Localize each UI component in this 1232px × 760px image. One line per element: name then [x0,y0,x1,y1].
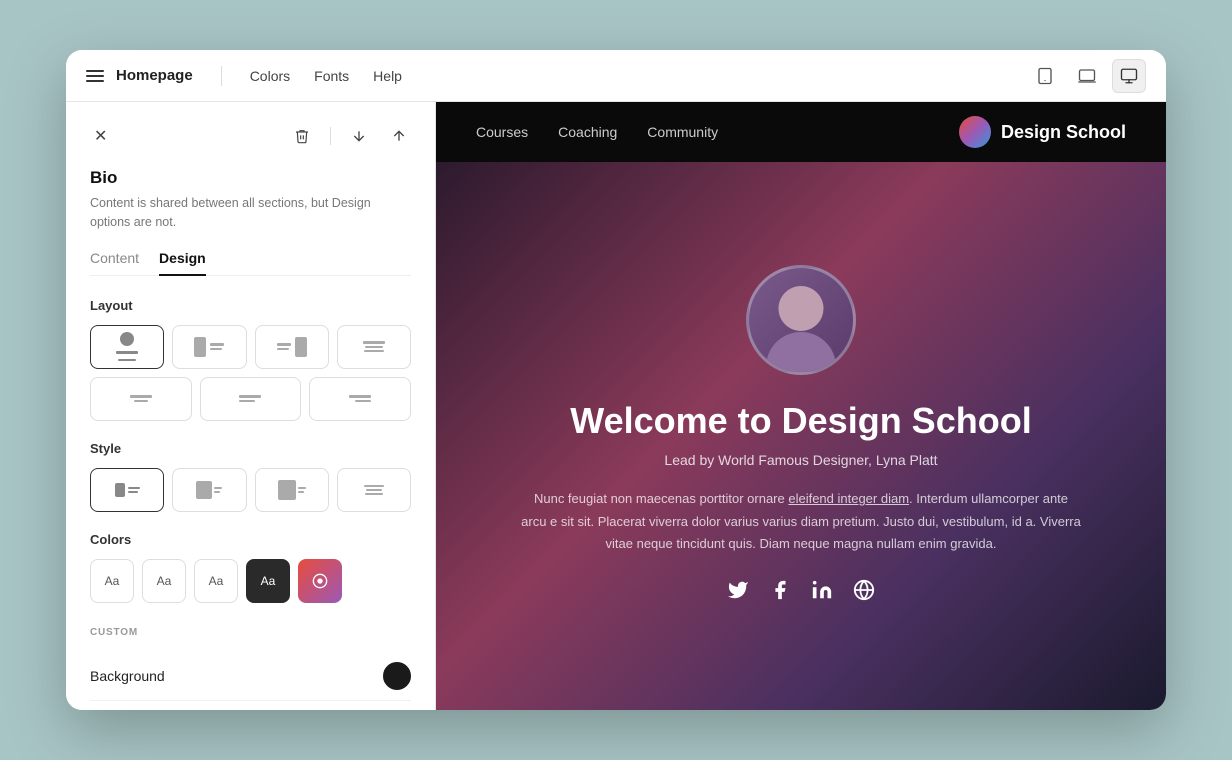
avatar-body [766,332,836,375]
color-swatch-picker[interactable] [298,559,342,603]
logo-circle [959,116,991,148]
nav-coaching[interactable]: Coaching [558,124,617,140]
color-swatch-1[interactable]: Aa [90,559,134,603]
hero-body: Nunc feugiat non maecenas porttitor orna… [521,488,1081,554]
nav-fonts[interactable]: Fonts [314,68,349,84]
nav-colors[interactable]: Colors [250,68,290,84]
layout-label: Layout [90,298,411,313]
top-bar-nav: Colors Fonts Help [250,68,402,84]
top-bar-left: Homepage Colors Fonts Help [86,66,402,86]
device-desktop-btn[interactable] [1112,59,1146,93]
sidebar-actions: ✕ [90,122,411,150]
color-swatch-3[interactable]: Aa [194,559,238,603]
linkedin-icon[interactable] [811,579,833,607]
custom-label: CUSTOM [90,627,411,638]
section-desc: Content is shared between all sections, … [90,194,411,232]
hero-title: Welcome to Design School [570,399,1031,442]
background-label: Background [90,668,383,684]
hero-section: Welcome to Design School Lead by World F… [436,162,1166,710]
preview-inner: Courses Coaching Community Design School [436,102,1166,710]
app-window: Homepage Colors Fonts Help [66,50,1166,710]
logo-text: Design School [1001,122,1126,143]
layout-btn-1[interactable] [90,325,164,369]
layout-options-row2 [90,377,411,421]
action-group [290,124,411,148]
device-laptop-btn[interactable] [1070,59,1104,93]
style-btn-4[interactable] [337,468,411,512]
top-bar-divider [221,66,222,86]
move-up-button[interactable] [387,124,411,148]
close-button[interactable]: ✕ [90,122,111,150]
avatar-head [779,286,824,331]
style-btn-3[interactable] [255,468,329,512]
hero-subtitle: Lead by World Famous Designer, Lyna Plat… [664,452,937,468]
section-title: Bio [90,168,411,188]
color-swatches: Aa Aa Aa Aa [90,559,411,603]
twitter-icon[interactable] [727,579,749,607]
device-tablet-btn[interactable] [1028,59,1062,93]
top-bar-title: Homepage [116,67,193,84]
style-btn-1[interactable] [90,468,164,512]
layout-btn-5[interactable] [90,377,192,421]
sidebar: ✕ Bio Content is shared between all sect… [66,102,436,710]
style-options [90,468,411,512]
colors-label: Colors [90,532,411,547]
site-logo: Design School [959,116,1126,148]
style-btn-2[interactable] [172,468,246,512]
layout-btn-2[interactable] [172,325,246,369]
hero-link[interactable]: eleifend integer diam [788,491,909,506]
nav-courses[interactable]: Courses [476,124,528,140]
site-nav-links: Courses Coaching Community [476,124,718,140]
delete-button[interactable] [290,124,314,148]
site-nav: Courses Coaching Community Design School [436,102,1166,162]
color-swatch-4[interactable]: Aa [246,559,290,603]
sidebar-tabs: Content Design [90,250,411,276]
nav-community[interactable]: Community [647,124,718,140]
main-content: ✕ Bio Content is shared between all sect… [66,102,1166,710]
top-bar: Homepage Colors Fonts Help [66,50,1166,102]
menu-icon[interactable] [86,70,104,82]
custom-row-background: Background [90,652,411,701]
background-color-picker[interactable] [383,662,411,690]
globe-icon[interactable] [853,579,875,607]
style-label: Style [90,441,411,456]
layout-btn-7[interactable] [309,377,411,421]
tab-content[interactable]: Content [90,250,139,276]
layout-options-row1 [90,325,411,369]
layout-btn-3[interactable] [255,325,329,369]
action-divider [330,127,331,145]
nav-help[interactable]: Help [373,68,402,84]
preview-area: Courses Coaching Community Design School [436,102,1166,710]
color-swatch-2[interactable]: Aa [142,559,186,603]
avatar [746,265,856,375]
social-icons [727,579,875,607]
custom-row-heading: Heading [90,701,411,711]
tab-design[interactable]: Design [159,250,206,276]
facebook-icon[interactable] [769,579,791,607]
move-down-button[interactable] [347,124,371,148]
layout-btn-6[interactable] [200,377,302,421]
layout-btn-4[interactable] [337,325,411,369]
top-bar-right [1028,59,1146,93]
